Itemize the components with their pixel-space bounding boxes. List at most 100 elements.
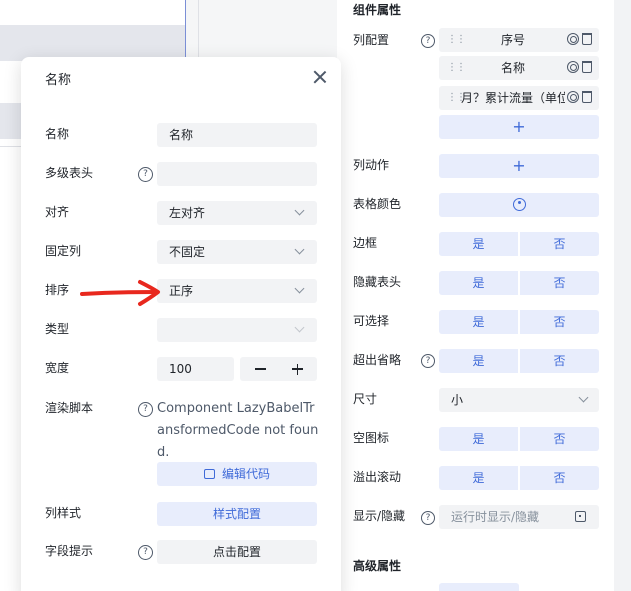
overflow-scroll-toggle: 是 否 (439, 466, 599, 490)
table-color-label: 表格颜色 (353, 197, 402, 211)
hide-header-no-option[interactable]: 否 (520, 271, 599, 295)
empty-icon-label: 空图标 (353, 431, 390, 445)
add-column-button[interactable]: + (439, 115, 599, 139)
column-name: 序号 (500, 33, 525, 47)
ellipsis-no-option[interactable]: 否 (520, 349, 599, 373)
advanced-config-button[interactable] (439, 583, 519, 591)
size-select[interactable]: 小 (439, 388, 599, 412)
help-icon[interactable]: ? (138, 167, 153, 182)
chevron-down-icon (294, 283, 305, 294)
name-input-value: 名称 (169, 128, 194, 142)
width-stepper (240, 357, 317, 381)
edit-code-button[interactable]: 编辑代码 (157, 462, 317, 486)
settings-icon[interactable] (567, 61, 579, 73)
empty-icon-yes-option[interactable]: 是 (439, 427, 518, 451)
ellipsis-toggle: 是 否 (439, 349, 599, 373)
name-label: 名称 (45, 127, 70, 141)
section-title-component: 组件属性 (353, 3, 402, 17)
selectable-yes-option[interactable]: 是 (439, 310, 518, 334)
sort-value: 正序 (169, 284, 194, 298)
size-value: 小 (451, 393, 464, 407)
close-icon[interactable] (313, 70, 327, 84)
border-toggle: 是 否 (439, 232, 599, 256)
ellipsis-label: 超出省略 (353, 353, 402, 367)
show-hide-placeholder: 运行时显示/隐藏 (451, 510, 540, 524)
align-value: 左对齐 (169, 206, 206, 220)
overflow-scroll-label: 溢出滚动 (353, 470, 402, 484)
column-style-label: 列样式 (45, 506, 82, 520)
add-column-action-button[interactable]: + (439, 154, 599, 178)
style-config-button[interactable]: 样式配置 (157, 502, 317, 526)
field-tip-label: 字段提示 (45, 544, 94, 558)
render-script-message: Component LazyBabelTransformedCode not f… (157, 401, 319, 460)
minus-icon[interactable] (255, 368, 266, 370)
code-icon (203, 469, 215, 479)
type-select[interactable] (157, 318, 317, 342)
trash-icon[interactable] (582, 33, 592, 45)
border-label: 边框 (353, 236, 378, 250)
width-value: 100 (169, 362, 192, 376)
border-no-option[interactable]: 否 (520, 232, 599, 256)
column-row[interactable]: ⋮⋮ 月？累计流量（单位 (439, 86, 599, 110)
column-action-label: 列动作 (353, 158, 390, 172)
annotation-arrow (80, 280, 160, 306)
table-color-button[interactable] (439, 193, 599, 217)
column-row[interactable]: ⋮⋮ 名称 (439, 56, 599, 80)
column-settings-modal: 名称 名称 名称 多级表头 ? 对齐 左对齐 固定列 不固定 排序 正序 类型 … (21, 57, 341, 591)
align-select[interactable]: 左对齐 (157, 201, 317, 225)
fixed-column-value: 不固定 (169, 245, 206, 259)
section-title-advanced: 高级属性 (353, 559, 402, 573)
palette-icon (513, 198, 526, 211)
column-config-label: 列配置 (353, 33, 390, 47)
selectable-label: 可选择 (353, 314, 390, 328)
canvas-table-header (0, 25, 185, 61)
help-icon[interactable]: ? (138, 545, 153, 560)
column-name: 名称 (500, 61, 525, 75)
size-label: 尺寸 (353, 392, 378, 406)
chevron-down-icon (294, 205, 305, 216)
sort-label: 排序 (45, 283, 70, 297)
sort-select[interactable]: 正序 (157, 279, 317, 303)
help-icon[interactable]: ? (421, 354, 435, 368)
overflow-scroll-yes-option[interactable]: 是 (439, 466, 518, 490)
selectable-no-option[interactable]: 否 (520, 310, 599, 334)
help-icon[interactable]: ? (421, 34, 435, 48)
property-panel: 组件属性 列配置 ? ⋮⋮ 序号 ⋮⋮ 名称 ⋮⋮ 月？累计流量（单位 + 列动… (337, 0, 614, 591)
column-row[interactable]: ⋮⋮ 序号 (439, 28, 599, 52)
trash-icon[interactable] (582, 61, 592, 73)
chevron-down-icon (578, 392, 589, 403)
ellipsis-yes-option[interactable]: 是 (439, 349, 518, 373)
chevron-down-icon (294, 322, 305, 333)
empty-icon-no-option[interactable]: 否 (520, 427, 599, 451)
variable-picker-icon[interactable] (575, 511, 586, 522)
column-name: 月？累计流量（单位 (461, 91, 565, 105)
name-input[interactable]: 名称 (157, 123, 317, 147)
width-label: 宽度 (45, 361, 70, 375)
panel-scroll-track[interactable] (614, 0, 631, 591)
settings-icon[interactable] (567, 33, 579, 45)
modal-title: 名称 (45, 73, 72, 88)
hide-header-toggle: 是 否 (439, 271, 599, 295)
fixed-column-label: 固定列 (45, 244, 82, 258)
hide-header-yes-option[interactable]: 是 (439, 271, 518, 295)
border-yes-option[interactable]: 是 (439, 232, 518, 256)
plus-icon-vertical[interactable] (296, 363, 299, 375)
show-hide-input[interactable]: 运行时显示/隐藏 (439, 505, 599, 529)
click-config-button[interactable]: 点击配置 (157, 540, 317, 564)
show-hide-label: 显示/隐藏 (353, 509, 406, 523)
width-input[interactable]: 100 (157, 357, 234, 381)
settings-icon[interactable] (567, 91, 579, 103)
chevron-down-icon (294, 244, 305, 255)
multi-header-input[interactable] (157, 162, 317, 186)
empty-icon-toggle: 是 否 (439, 427, 599, 451)
trash-icon[interactable] (582, 91, 592, 103)
edit-code-label: 编辑代码 (221, 467, 270, 481)
render-script-label: 渲染脚本 (45, 401, 94, 415)
fixed-column-select[interactable]: 不固定 (157, 240, 317, 264)
help-icon[interactable]: ? (138, 402, 153, 417)
selectable-toggle: 是 否 (439, 310, 599, 334)
overflow-scroll-no-option[interactable]: 否 (520, 466, 599, 490)
help-icon[interactable]: ? (421, 511, 435, 525)
multi-header-label: 多级表头 (45, 166, 94, 180)
hide-header-label: 隐藏表头 (353, 275, 402, 289)
